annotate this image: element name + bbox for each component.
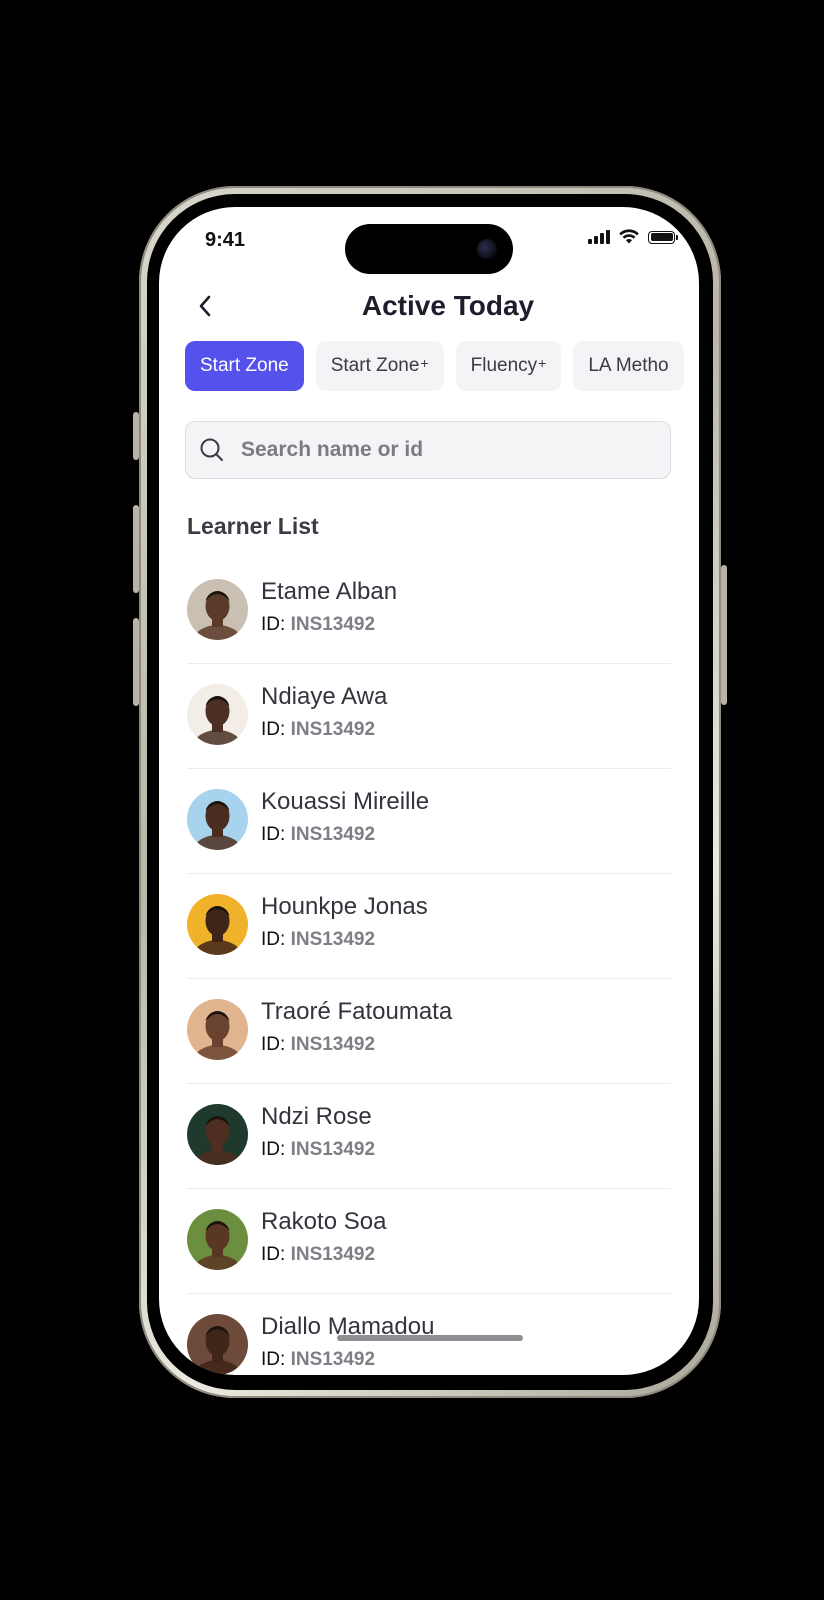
screen: 9:41 Active Today Start Zone Start Zone + F… xyxy=(159,207,699,1375)
filter-chips: Start Zone Start Zone + Fluency + LA Metho xyxy=(185,341,684,391)
avatar xyxy=(187,579,248,640)
status-time: 9:41 xyxy=(205,229,246,251)
learner-id-value: INS13492 xyxy=(290,824,376,845)
learner-row[interactable]: Kouassi Mireille ID: INS13492 xyxy=(187,769,671,874)
learner-row[interactable]: Ndiaye Awa ID: INS13492 xyxy=(187,664,671,769)
learner-row[interactable]: Rakoto Soa ID: INS13492 xyxy=(187,1189,671,1294)
search-input[interactable] xyxy=(239,437,643,463)
avatar xyxy=(187,894,248,955)
avatar xyxy=(187,1104,248,1165)
learner-id-value: INS13492 xyxy=(290,1244,376,1265)
learner-id-label: ID: xyxy=(261,1139,286,1160)
learner-name: Ndzi Rose xyxy=(261,1103,372,1130)
learner-id-line: ID: INS13492 xyxy=(261,719,375,741)
filter-chip[interactable]: Start Zone + xyxy=(315,341,444,391)
learner-id-label: ID: xyxy=(261,614,286,635)
learner-id-value: INS13492 xyxy=(290,929,376,950)
avatar xyxy=(187,684,248,745)
search-bar xyxy=(185,421,671,479)
learner-name: Traoré Fatoumata xyxy=(261,998,453,1025)
front-camera xyxy=(477,239,497,259)
learner-row[interactable]: Ndzi Rose ID: INS13492 xyxy=(187,1084,671,1189)
filter-chip-label: Fluency xyxy=(470,355,538,376)
avatar xyxy=(187,1314,248,1375)
home-indicator[interactable] xyxy=(337,1335,523,1341)
battery-icon xyxy=(648,230,678,244)
section-title: Learner List xyxy=(187,513,319,539)
learner-name: Etame Alban xyxy=(261,578,398,605)
learner-name: Rakoto Soa xyxy=(261,1208,387,1235)
learner-id-value: INS13492 xyxy=(290,1034,376,1055)
avatar xyxy=(187,999,248,1060)
search-icon xyxy=(200,438,223,461)
learner-id-line: ID: INS13492 xyxy=(261,824,375,846)
learner-row[interactable]: Etame Alban ID: INS13492 xyxy=(187,559,671,664)
filter-chip[interactable]: Start Zone xyxy=(185,341,304,391)
filter-chip-label: Start Zone xyxy=(200,355,289,376)
learner-id-value: INS13492 xyxy=(290,614,376,635)
header: Active Today xyxy=(159,282,699,332)
filter-chip-label: LA Metho xyxy=(588,355,669,376)
dynamic-island xyxy=(345,224,513,274)
learner-id-label: ID: xyxy=(261,1034,286,1055)
filter-chip[interactable]: Fluency + xyxy=(455,341,562,391)
learner-id-value: INS13492 xyxy=(290,1349,376,1370)
learner-row[interactable]: Traoré Fatoumata ID: INS13492 xyxy=(187,979,671,1084)
learner-row[interactable]: Hounkpe Jonas ID: INS13492 xyxy=(187,874,671,979)
page-title: Active Today xyxy=(361,290,535,321)
cellular-signal-icon xyxy=(588,230,610,244)
learner-id-value: INS13492 xyxy=(290,1139,376,1160)
volume-up-button xyxy=(133,505,139,593)
action-button xyxy=(133,412,139,460)
status-icons xyxy=(588,229,678,245)
learner-id-label: ID: xyxy=(261,1244,286,1265)
learner-id-line: ID: INS13492 xyxy=(261,929,375,951)
learner-id-line: ID: INS13492 xyxy=(261,1349,375,1371)
learner-id-line: ID: INS13492 xyxy=(261,1034,375,1056)
learner-id-line: ID: INS13492 xyxy=(261,614,375,636)
learner-name: Hounkpe Jonas xyxy=(261,893,428,920)
learner-id-value: INS13492 xyxy=(290,719,376,740)
learner-id-line: ID: INS13492 xyxy=(261,1244,375,1266)
learner-id-line: ID: INS13492 xyxy=(261,1139,375,1161)
learner-id-label: ID: xyxy=(261,929,286,950)
filter-chip-label: Start Zone xyxy=(330,355,420,376)
filter-chip[interactable]: LA Metho xyxy=(573,341,684,391)
wifi-icon xyxy=(619,229,639,244)
avatar xyxy=(187,789,248,850)
learner-id-label: ID: xyxy=(261,824,286,845)
filter-chip-suffix: + xyxy=(538,355,547,371)
learner-id-label: ID: xyxy=(261,719,286,740)
avatar xyxy=(187,1209,248,1270)
power-button xyxy=(721,565,727,705)
filter-chip-suffix: + xyxy=(420,355,429,371)
learner-list: Etame Alban ID: INS13492 Ndiaye Awa ID: INS… xyxy=(187,559,671,1375)
learner-name: Kouassi Mireille xyxy=(261,788,430,815)
learner-name: Ndiaye Awa xyxy=(261,683,388,710)
learner-id-label: ID: xyxy=(261,1349,286,1370)
volume-down-button xyxy=(133,618,139,706)
